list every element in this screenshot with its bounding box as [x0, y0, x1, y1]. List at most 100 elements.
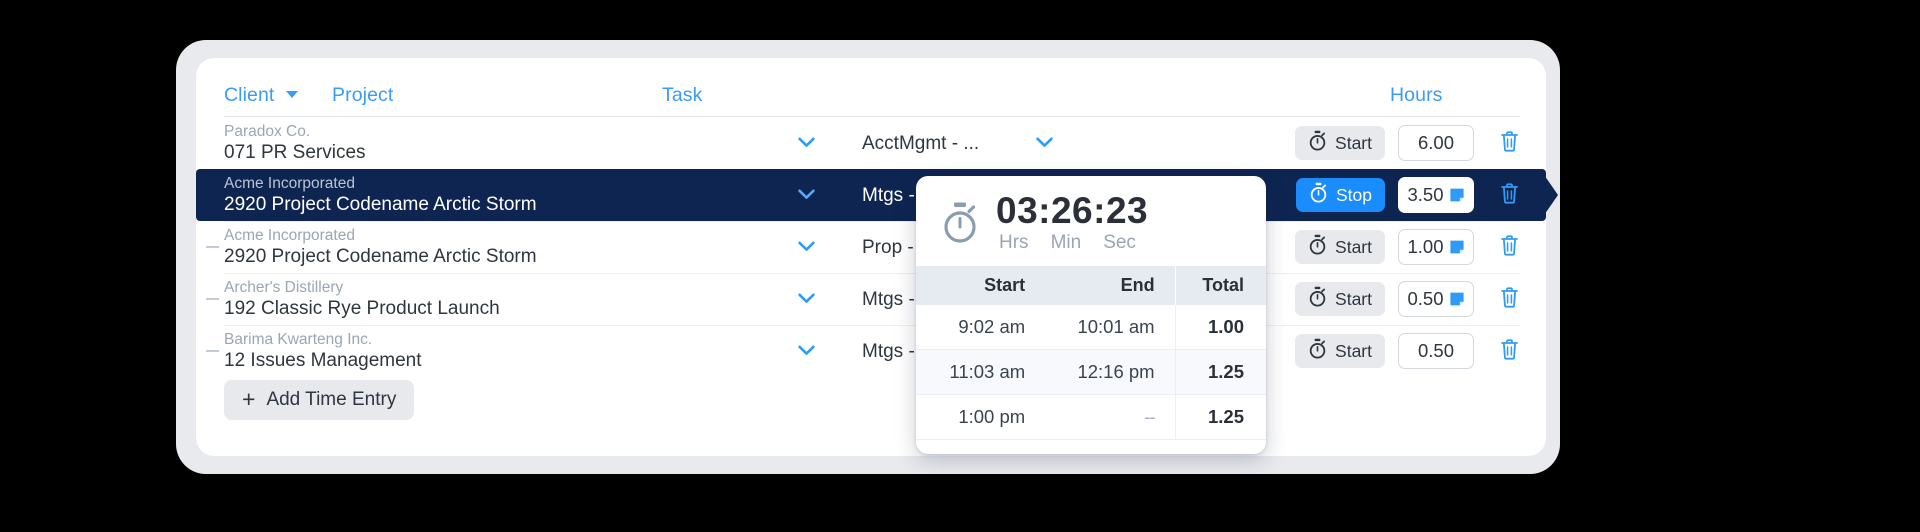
- column-header-project[interactable]: Project: [332, 84, 393, 107]
- stopwatch-icon: [1308, 130, 1327, 156]
- trash-icon: [1499, 234, 1520, 260]
- hours-value: 0.50: [1407, 288, 1444, 309]
- timer-button-label: Start: [1335, 340, 1372, 361]
- client-dropdown-chevron-icon[interactable]: [798, 189, 815, 200]
- selected-row-pointer: [1538, 169, 1560, 221]
- trash-icon: [1499, 130, 1520, 156]
- client-dropdown-chevron-icon[interactable]: [798, 293, 815, 304]
- delete-row-button[interactable]: [1498, 131, 1520, 155]
- row-actions: Start 0.50: [1295, 325, 1520, 377]
- add-time-entry-button[interactable]: + Add Time Entry: [224, 380, 415, 420]
- session-end: 10:01 am: [1043, 305, 1176, 350]
- unit-hrs: Hrs: [999, 232, 1029, 253]
- timer-button-label: Start: [1335, 288, 1372, 309]
- delete-row-button[interactable]: [1498, 183, 1520, 207]
- project-name: 12 Issues Management: [224, 350, 422, 371]
- table-row[interactable]: Paradox Co. 071 PR Services AcctMgmt - ...…: [196, 117, 1546, 169]
- hours-value: 0.50: [1417, 340, 1454, 361]
- hours-input[interactable]: 0.50: [1398, 333, 1474, 369]
- timer-toggle-button[interactable]: Stop: [1296, 178, 1385, 212]
- unit-sec: Sec: [1103, 232, 1136, 253]
- timer-session-row: 11:03 am 12:16 pm 1.25: [916, 349, 1266, 395]
- timer-col-total: Total: [1174, 266, 1266, 305]
- note-icon[interactable]: [1449, 291, 1465, 307]
- delete-row-button[interactable]: [1498, 287, 1520, 311]
- delete-row-button[interactable]: [1498, 339, 1520, 363]
- session-total: 1.25: [1174, 394, 1266, 440]
- session-start: 11:03 am: [916, 349, 1044, 395]
- project-name: 2920 Project Codename Arctic Storm: [224, 246, 537, 267]
- timer-session-row: 9:02 am 10:01 am 1.00: [916, 305, 1266, 350]
- timer-toggle-button[interactable]: Start: [1295, 282, 1385, 316]
- table-row[interactable]: Barima Kwarteng Inc. 12 Issues Management…: [196, 325, 1546, 377]
- client-name: Acme Incorporated: [224, 175, 355, 192]
- timer-session-row: 1:00 pm -- 1.25: [916, 394, 1266, 440]
- unit-min: Min: [1050, 232, 1082, 253]
- session-total: 1.00: [1174, 305, 1266, 350]
- screenshot-stage: Client Project Task Hours Paradox Co. 071…: [0, 0, 1920, 532]
- add-time-entry-label: Add Time Entry: [266, 389, 397, 410]
- task-name[interactable]: AcctMgmt - ...: [862, 133, 979, 155]
- timer-table-header-row: Start End Total: [916, 266, 1266, 305]
- hours-value: 6.00: [1417, 132, 1454, 153]
- timer-col-end: End: [1043, 266, 1176, 305]
- hours-value: 3.50: [1407, 184, 1444, 205]
- client-dropdown-chevron-icon[interactable]: [798, 345, 815, 356]
- client-name: Acme Incorporated: [224, 227, 355, 244]
- row-actions: Start 0.50: [1295, 273, 1520, 325]
- column-header-hours[interactable]: Hours: [1390, 84, 1443, 107]
- timer-toggle-button[interactable]: Start: [1295, 334, 1385, 368]
- timer-table-body: 9:02 am 10:01 am 1.00 11:03 am 12:16 pm 1.25 1…: [916, 305, 1266, 440]
- project-name: 192 Classic Rye Product Launch: [224, 298, 500, 319]
- timer-button-label: Start: [1335, 236, 1372, 257]
- sort-caret-icon[interactable]: [286, 91, 298, 98]
- note-icon[interactable]: [1449, 239, 1465, 255]
- table-row[interactable]: Acme Incorporated 2920 Project Codename A…: [196, 221, 1546, 273]
- hours-input[interactable]: 0.50: [1398, 281, 1474, 317]
- stopwatch-icon: [1309, 182, 1328, 208]
- elapsed-time: 03:26:23: [996, 190, 1149, 231]
- project-name: 2920 Project Codename Arctic Storm: [224, 194, 537, 215]
- row-marker: [206, 246, 219, 248]
- delete-row-button[interactable]: [1498, 235, 1520, 259]
- session-start: 1:00 pm: [916, 394, 1044, 440]
- client-dropdown-chevron-icon[interactable]: [798, 241, 815, 252]
- client-project-cell[interactable]: Acme Incorporated 2920 Project Codename A…: [224, 175, 624, 216]
- hours-input[interactable]: 6.00: [1398, 125, 1474, 161]
- timer-sessions-table: Start End Total 9:02 am 10:01 am 1.00 11:03…: [916, 266, 1266, 440]
- timer-toggle-button[interactable]: Start: [1295, 230, 1385, 264]
- client-project-cell[interactable]: Paradox Co. 071 PR Services: [224, 123, 624, 164]
- client-name: Paradox Co.: [224, 123, 311, 140]
- row-actions: Start 1.00: [1295, 221, 1520, 273]
- hours-input[interactable]: 1.00: [1398, 229, 1474, 265]
- row-actions: Stop 3.50: [1296, 169, 1520, 221]
- row-marker: [206, 350, 219, 352]
- table-row[interactable]: Acme Incorporated 2920 Project Codename A…: [196, 169, 1558, 221]
- stopwatch-icon: [1308, 338, 1327, 364]
- project-name: 071 PR Services: [224, 142, 366, 163]
- client-project-cell[interactable]: Barima Kwarteng Inc. 12 Issues Management: [224, 331, 624, 372]
- stopwatch-icon: [940, 201, 980, 245]
- plus-icon: +: [242, 385, 256, 412]
- timer-toggle-button[interactable]: Start: [1295, 126, 1385, 160]
- hours-input[interactable]: 3.50: [1398, 177, 1474, 213]
- client-dropdown-chevron-icon[interactable]: [798, 137, 815, 148]
- client-name: Archer's Distillery: [224, 279, 344, 296]
- note-icon[interactable]: [1449, 187, 1465, 203]
- time-unit-labels: Hrs Min Sec: [996, 232, 1148, 254]
- stopwatch-icon: [1308, 286, 1327, 312]
- task-dropdown-chevron-icon[interactable]: [1036, 137, 1053, 148]
- timer-button-label: Start: [1335, 132, 1372, 153]
- table-row[interactable]: Archer's Distillery 192 Classic Rye Produ…: [196, 273, 1546, 325]
- column-header-task[interactable]: Task: [662, 84, 703, 107]
- client-name: Barima Kwarteng Inc.: [224, 331, 373, 348]
- trash-icon: [1499, 338, 1520, 364]
- timer-col-start: Start: [916, 266, 1044, 305]
- table-header: Client Project Task Hours: [196, 58, 1546, 116]
- hours-value: 1.00: [1407, 236, 1444, 257]
- client-project-cell[interactable]: Acme Incorporated 2920 Project Codename A…: [224, 227, 624, 268]
- column-header-client[interactable]: Client: [224, 84, 274, 107]
- client-project-cell[interactable]: Archer's Distillery 192 Classic Rye Produ…: [224, 279, 624, 320]
- session-end: --: [1043, 394, 1176, 440]
- session-end: 12:16 pm: [1043, 349, 1176, 395]
